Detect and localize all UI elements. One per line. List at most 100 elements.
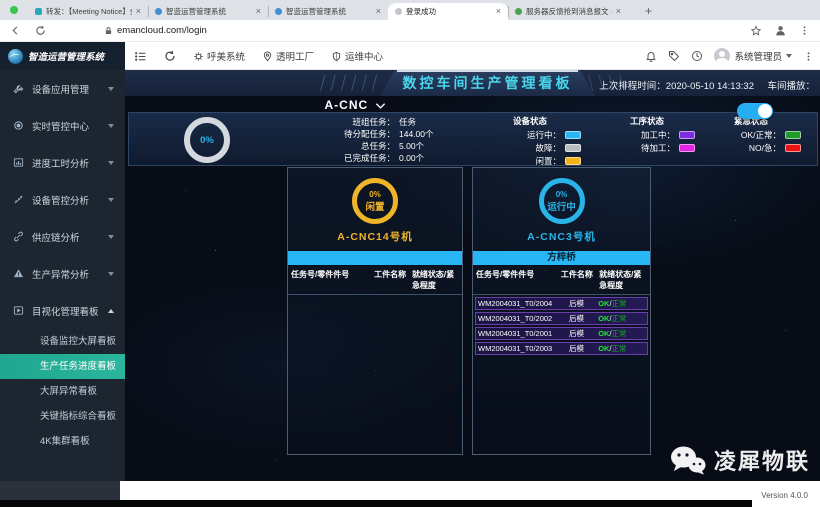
stat-row: 班组任务：任务 [297, 116, 467, 128]
map-pin-icon [262, 51, 273, 62]
stat-row: 总任务：5.00个 [297, 140, 467, 152]
new-tab-button[interactable]: + [640, 3, 657, 20]
app-tab-favicon [275, 8, 282, 15]
legend-urgency-status: 紧急状态 OK/正常： NO/急： [701, 115, 801, 154]
app-kebab-menu-icon[interactable] [803, 51, 814, 62]
tab-title: 智造运营管理系统 [166, 6, 252, 17]
brand-title: 智造运营管理系统 [28, 49, 104, 63]
nav-ops-center[interactable]: 运维中心 [331, 49, 383, 63]
back-icon[interactable] [10, 25, 21, 36]
nav-label: 透明工厂 [276, 49, 314, 63]
task-row: WM2004031_T0/2001 后模 OK/正常 [475, 327, 648, 340]
legend-process-status: 工序状态 加工中： 待加工： [599, 115, 695, 154]
monitor-play-icon [13, 305, 24, 316]
clock-icon[interactable] [691, 50, 703, 62]
bar-chart-icon [13, 157, 24, 168]
sidebar-item-equipment-app[interactable]: 设备应用管理 [0, 70, 125, 107]
version-label: Version 4.0.0 [761, 491, 808, 500]
sidebar-sub-exception-board[interactable]: 大屏异常看板 [0, 379, 125, 404]
menu-list-icon[interactable] [134, 50, 147, 63]
stat-row: 待分配任务：144.00个 [297, 128, 467, 140]
machine-panel-cnc3: 0% 运行中 A-CNC3号机 方梓桥 任务号/零件件号 工件名称 就绪状态/紧… [472, 167, 651, 455]
nav-humei-system[interactable]: 呼美系统 [193, 49, 245, 63]
sidebar-item-label: 生产异常分析 [32, 267, 100, 281]
refresh-icon[interactable] [35, 25, 46, 36]
meeting-tab-favicon [35, 8, 42, 15]
machine-name: A-CNC14号机 [337, 229, 413, 244]
server-tab-favicon [515, 8, 522, 15]
watermark-text: 凌犀物联 [714, 444, 810, 476]
wechat-icon [670, 445, 706, 475]
nav-label: 呼美系统 [207, 49, 245, 63]
brand: 智造运营管理系统 [0, 42, 125, 70]
notification-bell-icon[interactable] [645, 50, 657, 62]
tab-close-icon[interactable]: × [136, 7, 141, 16]
tab-close-icon[interactable]: × [376, 7, 381, 16]
chevron-up-icon [108, 309, 114, 313]
user-menu[interactable]: 系统管理员 [714, 48, 792, 64]
tab-close-icon[interactable]: × [496, 7, 501, 16]
current-task-bar: 方梓桥 [473, 251, 650, 265]
machine-name: A-CNC3号机 [527, 229, 596, 244]
sidebar-item-label: 设备管控分析 [32, 193, 100, 207]
toggle-knob [758, 104, 772, 118]
sidebar-item-progress-hours[interactable]: 进度工时分析 [0, 144, 125, 181]
tag-icon[interactable] [668, 50, 680, 62]
browser-menu-icon[interactable] [799, 25, 810, 36]
screen: 转发：【Meeting Notice】金南 × 智造运营管理系统 × 智造运营管… [0, 0, 820, 507]
sidebar-sub-device-monitor-board[interactable]: 设备监控大屏看板 [0, 329, 125, 354]
chevron-down-icon [108, 198, 114, 202]
sidebar-item-label: 进度工时分析 [32, 156, 100, 170]
sidebar: 设备应用管理 实时管控中心 进度工时分析 设备管控分析 供应链分析 生产异常分析… [0, 70, 125, 483]
user-avatar [714, 48, 730, 64]
stat-row: 已完成任务：0.00个 [297, 152, 467, 164]
sidebar-sub-task-progress-board[interactable]: 生产任务进度看板 [0, 354, 125, 379]
reload-icon[interactable] [164, 50, 176, 62]
sidebar-sub-kpi-board[interactable]: 关键指标综合看板 [0, 404, 125, 429]
page-title: 数控车间生产管理看板 [380, 70, 595, 96]
task-rows-empty [288, 295, 462, 297]
machine-progress-ring: 0% 闲置 [352, 178, 398, 224]
tab-title: 转发：【Meeting Notice】金南 [46, 6, 132, 17]
browser-tab-active[interactable]: 登录成功 × [388, 3, 508, 20]
machine-progress-ring: 0% 运行中 [539, 178, 585, 224]
app-header: 智造运营管理系统 呼美系统 透明工厂 运维中心 系统管理 [0, 42, 820, 70]
overall-progress-ring: 0% [184, 117, 230, 163]
sidebar-item-realtime-center[interactable]: 实时管控中心 [0, 107, 125, 144]
legend-swatch [679, 144, 695, 152]
browser-tab[interactable]: 服务器反馈抢到消息报文 · 智能 × [508, 3, 628, 20]
sidebar-item-label: 实时管控中心 [32, 119, 100, 133]
browser-tab[interactable]: 智造运营管理系统 × [268, 3, 388, 20]
warning-triangle-icon [13, 268, 24, 279]
address-field[interactable]: emancloud.com/login [104, 25, 750, 36]
task-row: WM2004031_T0/2002 后模 OK/正常 [475, 312, 648, 325]
sidebar-item-supply-chain[interactable]: 供应链分析 [0, 218, 125, 255]
profile-icon[interactable] [774, 24, 787, 37]
chevron-down-icon [108, 161, 114, 165]
current-task-bar [288, 251, 462, 265]
sidebar-item-production-exception[interactable]: 生产异常分析 [0, 255, 125, 292]
tab-title: 登录成功 [406, 6, 492, 17]
scatter-chart-icon [13, 194, 24, 205]
tab-close-icon[interactable]: × [616, 7, 621, 16]
group-selector[interactable]: A-CNC [295, 98, 415, 112]
legend-swatch [565, 157, 581, 165]
nav-transparent-factory[interactable]: 透明工厂 [262, 49, 314, 63]
workshop-play-toggle[interactable] [737, 103, 773, 119]
chevron-down-icon [108, 124, 114, 128]
browser-tab[interactable]: 智造运营管理系统 × [148, 3, 268, 20]
browser-url-bar: emancloud.com/login [0, 20, 820, 42]
chevron-down-icon [786, 54, 792, 58]
watermark: 凌犀物联 [670, 444, 810, 476]
app-tab-favicon [155, 8, 162, 15]
traffic-light-green[interactable] [10, 6, 18, 14]
bookmark-star-icon[interactable] [750, 25, 762, 37]
workshop-play-label: 车间播放： [767, 78, 815, 92]
browser-tab-bar: 转发：【Meeting Notice】金南 × 智造运营管理系统 × 智造运营管… [0, 0, 820, 20]
tab-close-icon[interactable]: × [256, 7, 261, 16]
browser-tab[interactable]: 转发：【Meeting Notice】金南 × [28, 3, 148, 20]
dashboard: 数控车间生产管理看板 上次排程时间：2020-05-10 14:13:32 车间… [125, 70, 820, 481]
sidebar-item-equipment-analysis[interactable]: 设备管控分析 [0, 181, 125, 218]
sidebar-item-visual-boards[interactable]: 目视化管理看板 [0, 292, 125, 329]
sidebar-sub-4k-cluster-board[interactable]: 4K集群看板 [0, 429, 125, 454]
